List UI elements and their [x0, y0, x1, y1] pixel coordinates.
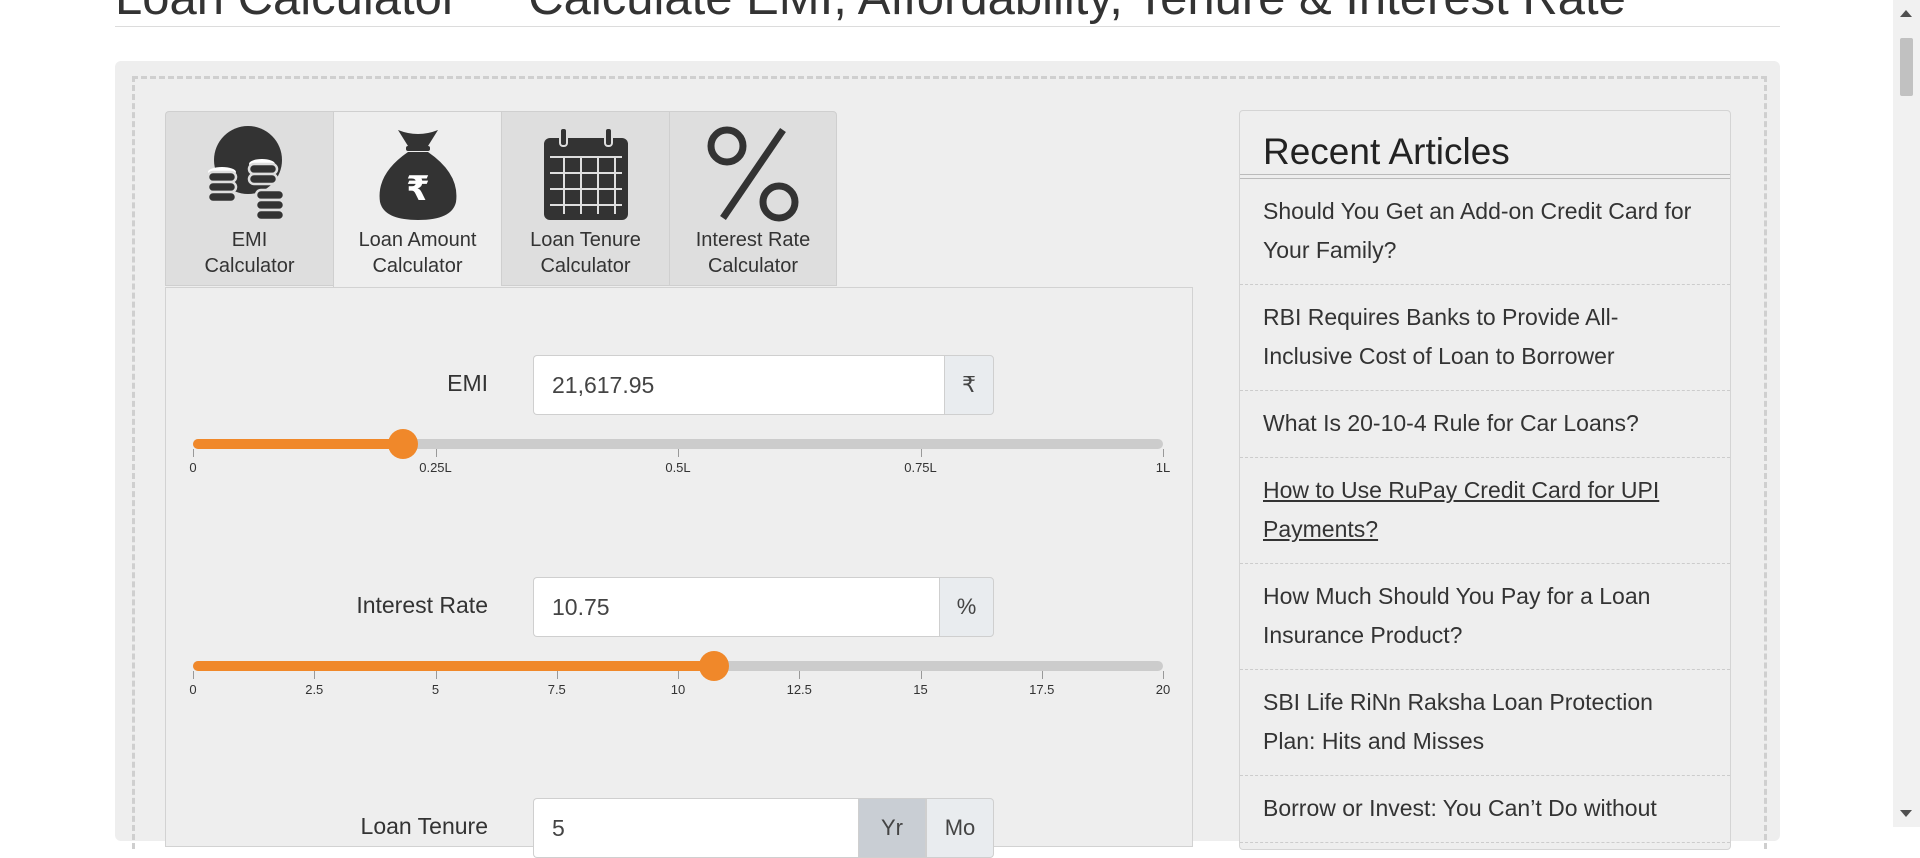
percent-unit-addon: %	[939, 577, 994, 637]
svg-text:₹: ₹	[406, 169, 430, 209]
slider-tick	[435, 449, 437, 457]
tab-emi-calculator[interactable]: EMI Calculator	[165, 111, 333, 286]
scroll-up-arrow-icon[interactable]	[1900, 10, 1912, 17]
rupee-unit-addon: ₹	[944, 355, 994, 415]
slider-tick-label: 12.5	[786, 682, 812, 697]
page-header: Loan Calculator Calculate EMI, Affordabi…	[115, 0, 1780, 27]
coins-icon	[206, 126, 285, 222]
tab-loan-amount-calculator[interactable]: ₹ Loan Amount Calculator	[333, 111, 501, 288]
emi-slider-fill	[193, 439, 403, 449]
emi-label: EMI	[447, 370, 488, 396]
slider-tick	[193, 449, 194, 457]
slider-tick	[435, 671, 437, 679]
slider-tick-label: 0.5L	[665, 460, 691, 475]
slider-tick-label: 10	[670, 682, 686, 697]
slider-tick	[920, 671, 922, 679]
scroll-thumb[interactable]	[1900, 38, 1913, 96]
recent-articles-sidebar: Recent Articles Should You Get an Add-on…	[1239, 110, 1731, 850]
page-title: Loan Calculator	[115, 0, 458, 25]
slider-tick	[1163, 449, 1164, 457]
money-bag-rupee-icon: ₹	[379, 130, 456, 220]
slider-tick	[314, 671, 316, 679]
article-link[interactable]: What Is 20-10-4 Rule for Car Loans?	[1240, 391, 1730, 458]
interest-rate-label: Interest Rate	[356, 592, 488, 618]
recent-articles-title: Recent Articles	[1263, 131, 1510, 172]
emi-input-group: ₹	[533, 355, 994, 415]
tab-loan-amount-label: Loan Amount Calculator	[358, 229, 477, 277]
scroll-down-arrow-icon[interactable]	[1900, 810, 1912, 817]
article-link[interactable]: How Much Should You Pay for a Loan Insur…	[1240, 564, 1730, 670]
interest-rate-slider[interactable]: 0 2.5 5 7.5 10 12.5 15 17.5 20	[189, 651, 1170, 711]
calculator-tabs: EMICalculator ₹ Loan AmountCalculator	[165, 111, 837, 288]
slider-tick	[556, 671, 558, 679]
tenure-input-group: Yr Mo	[533, 798, 994, 858]
slider-tick-label: 17.5	[1029, 682, 1055, 697]
emi-slider-handle[interactable]	[387, 429, 418, 459]
tab-interest-rate-label: Interest Rate Calculator	[695, 229, 811, 277]
loan-tenure-input[interactable]	[533, 798, 858, 858]
article-link[interactable]: RBI Requires Banks to Provide All-Inclus…	[1240, 285, 1730, 391]
slider-tick	[1041, 671, 1043, 679]
slider-tick	[678, 449, 679, 457]
article-link[interactable]: Should You Get an Add-on Credit Card for…	[1240, 179, 1730, 285]
tab-loan-tenure-calculator[interactable]: Loan Tenure Calculator	[501, 111, 669, 286]
slider-tick-label: 0	[189, 682, 197, 697]
slider-tick-label: 0	[189, 460, 197, 475]
slider-tick-label: 20	[1155, 682, 1171, 697]
interest-slider-fill	[193, 661, 715, 671]
tab-loan-tenure-label: Loan Tenure Calculator	[530, 229, 641, 277]
slider-tick-label: 0.75L	[904, 460, 937, 475]
slider-tick-label: 0.25L	[419, 460, 452, 475]
percent-icon	[707, 126, 799, 222]
slider-tick-label: 1L	[1155, 460, 1171, 475]
interest-slider-handle[interactable]	[699, 651, 730, 681]
articles-list: Should You Get an Add-on Credit Card for…	[1240, 179, 1730, 843]
slider-tick-label: 7.5	[547, 682, 566, 697]
slider-tick	[678, 671, 679, 679]
page-subtitle: Calculate EMI, Affordability, Tenure & I…	[528, 0, 1626, 25]
tenure-month-toggle[interactable]: Mo	[926, 798, 994, 858]
article-link[interactable]: SBI Life RiNn Raksha Loan Protection Pla…	[1240, 670, 1730, 776]
emi-slider[interactable]: 0 0.25L 0.5L 0.75L 1L	[189, 429, 1170, 489]
tab-interest-rate-calculator[interactable]: Interest Rate Calculator	[669, 111, 837, 286]
interest-input-group: %	[533, 577, 994, 637]
slider-tick	[920, 449, 922, 457]
title-divider	[1240, 174, 1730, 175]
article-link[interactable]: Borrow or Invest: You Can’t Do without	[1240, 776, 1730, 843]
page-scrollbar[interactable]	[1893, 0, 1920, 827]
interest-rate-input[interactable]	[533, 577, 939, 637]
emi-input[interactable]	[533, 355, 944, 415]
tab-emi-label: EMI Calculator	[204, 229, 295, 277]
slider-tick-label: 2.5	[305, 682, 324, 697]
slider-tick	[193, 671, 194, 679]
tenure-year-toggle[interactable]: Yr	[858, 798, 926, 858]
slider-tick-label: 5	[431, 682, 440, 697]
calendar-icon	[543, 127, 628, 220]
slider-tick	[799, 671, 801, 679]
slider-tick-label: 15	[913, 682, 928, 697]
article-link[interactable]: How to Use RuPay Credit Card for UPI Pay…	[1240, 458, 1730, 564]
slider-tick	[1163, 671, 1164, 679]
